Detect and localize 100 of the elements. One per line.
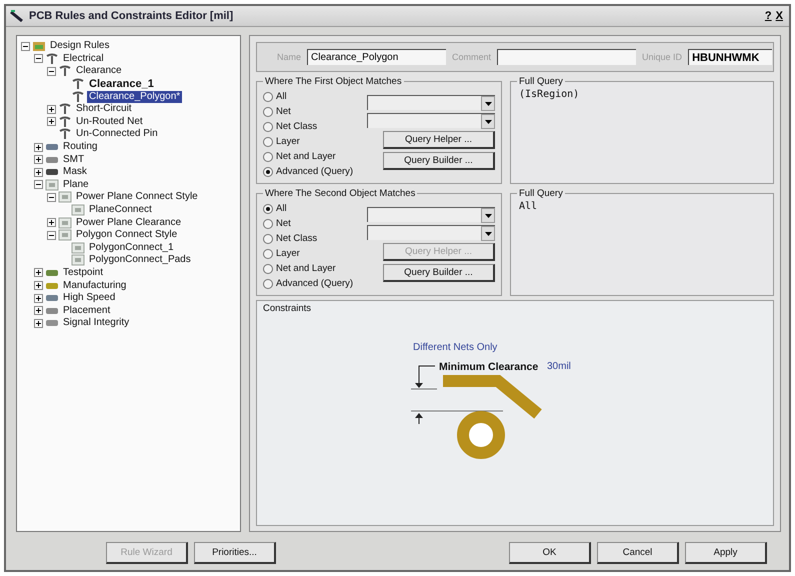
field-label: Name bbox=[277, 52, 302, 62]
tree-item[interactable]: Clearance_1 bbox=[87, 78, 156, 90]
close-button[interactable]: X bbox=[774, 10, 785, 22]
expand-icon[interactable] bbox=[34, 294, 43, 303]
tree-item[interactable]: Routing bbox=[61, 141, 100, 154]
tree-item[interactable]: Un-Connected Pin bbox=[74, 128, 160, 140]
radio-button[interactable] bbox=[263, 204, 273, 214]
expand-icon[interactable] bbox=[47, 104, 56, 114]
footer-button[interactable]: OK bbox=[509, 542, 591, 564]
radio-button[interactable] bbox=[263, 92, 273, 102]
radio-option[interactable]: Net and Layer bbox=[263, 149, 354, 164]
dropdown[interactable] bbox=[367, 207, 495, 222]
footer-button[interactable]: Apply bbox=[685, 542, 767, 564]
expand-icon[interactable] bbox=[47, 218, 56, 228]
radio-option[interactable]: Advanced (Query) bbox=[263, 276, 354, 291]
rule-icon bbox=[58, 103, 72, 116]
collapse-icon[interactable] bbox=[34, 54, 43, 64]
radio-button[interactable] bbox=[263, 106, 273, 116]
tree-item[interactable]: Polygon Connect Style bbox=[74, 229, 180, 242]
collapse-icon[interactable] bbox=[47, 66, 56, 76]
tree-item[interactable]: SMT bbox=[61, 154, 86, 166]
option-label: Advanced (Query) bbox=[276, 166, 354, 177]
query-button[interactable]: Query Builder ... bbox=[383, 264, 495, 282]
expand-icon[interactable] bbox=[34, 155, 43, 164]
tree-item[interactable]: Plane bbox=[61, 178, 91, 191]
option-label: Net and Layer bbox=[276, 151, 336, 162]
radio-button[interactable] bbox=[263, 122, 273, 132]
expand-icon[interactable] bbox=[34, 281, 43, 290]
radio-button[interactable] bbox=[263, 264, 273, 274]
collapse-icon[interactable] bbox=[47, 192, 56, 202]
collapse-icon[interactable] bbox=[34, 180, 43, 190]
dropdown[interactable] bbox=[367, 95, 495, 110]
expand-icon[interactable] bbox=[34, 168, 43, 177]
name-field[interactable]: Clearance_Polygon bbox=[307, 49, 446, 65]
expand-icon[interactable] bbox=[47, 117, 56, 126]
tree-item[interactable]: PolygonConnect_Pads bbox=[87, 254, 193, 266]
tree-item[interactable]: Placement bbox=[61, 304, 112, 317]
footer-button[interactable]: Cancel bbox=[597, 542, 679, 564]
clearance-value[interactable]: 30mil bbox=[547, 361, 571, 372]
option-label: Net Class bbox=[276, 121, 318, 132]
dropdown[interactable] bbox=[367, 225, 495, 240]
tree-item[interactable]: Clearance bbox=[74, 65, 124, 78]
radio-option[interactable]: Net and Layer bbox=[263, 261, 354, 276]
tree-item[interactable]: PolygonConnect_1 bbox=[87, 242, 176, 254]
radio-option[interactable]: Net Class bbox=[263, 119, 354, 134]
radio-button[interactable] bbox=[263, 218, 273, 228]
radio-option[interactable]: Net bbox=[263, 216, 354, 231]
expand-icon[interactable] bbox=[34, 318, 43, 328]
field-label: Unique ID bbox=[642, 52, 682, 62]
tree-item[interactable]: Design Rules bbox=[48, 40, 112, 52]
comment-field[interactable] bbox=[497, 49, 636, 65]
radio-button[interactable] bbox=[263, 278, 273, 288]
tree-item[interactable]: Clearance_Polygon* bbox=[87, 90, 182, 103]
tree-item[interactable]: Power Plane Clearance bbox=[74, 216, 184, 229]
rule-icon bbox=[45, 52, 59, 65]
radio-button[interactable] bbox=[263, 166, 273, 176]
tree-item[interactable]: Testpoint bbox=[61, 266, 106, 279]
group-title: Full Query bbox=[518, 188, 564, 199]
tree-item[interactable]: Electrical bbox=[61, 52, 106, 65]
radio-button[interactable] bbox=[263, 248, 273, 258]
tree-item[interactable]: Un-Routed Net bbox=[74, 116, 145, 128]
radio-option[interactable]: Layer bbox=[263, 246, 354, 261]
expand-icon[interactable] bbox=[34, 268, 43, 278]
rule-icon bbox=[71, 78, 85, 90]
plane-icon bbox=[71, 254, 85, 266]
expand-icon[interactable] bbox=[34, 142, 43, 152]
folder-icon bbox=[32, 40, 46, 52]
query-button[interactable]: Query Helper ... bbox=[383, 131, 495, 149]
radio-option[interactable]: Advanced (Query) bbox=[263, 164, 354, 179]
radio-option[interactable]: All bbox=[263, 201, 354, 216]
option-label: Layer bbox=[276, 136, 300, 147]
footer-button[interactable]: Priorities... bbox=[194, 542, 276, 564]
collapse-icon[interactable] bbox=[47, 230, 56, 240]
option-label: Layer bbox=[276, 248, 300, 259]
tree-item[interactable]: Manufacturing bbox=[61, 280, 128, 292]
tree-item[interactable]: Mask bbox=[61, 166, 89, 178]
tree-item[interactable]: Signal Integrity bbox=[61, 317, 132, 330]
radio-option[interactable]: Net bbox=[263, 104, 354, 119]
tree-item[interactable]: Power Plane Connect Style bbox=[74, 191, 200, 204]
plane-icon bbox=[58, 229, 72, 242]
radio-button[interactable] bbox=[263, 152, 273, 162]
help-button[interactable]: ? bbox=[762, 10, 774, 22]
radio-button[interactable] bbox=[263, 136, 273, 146]
unique-id-field[interactable]: HBUNHWMK bbox=[688, 49, 772, 65]
option-label: All bbox=[276, 203, 287, 214]
radio-button[interactable] bbox=[263, 234, 273, 244]
expand-icon[interactable] bbox=[34, 306, 43, 316]
rule-icon bbox=[58, 65, 72, 78]
collapse-icon[interactable] bbox=[21, 42, 30, 51]
query-button[interactable]: Query Builder ... bbox=[383, 152, 495, 170]
tree-item[interactable]: High Speed bbox=[61, 292, 118, 304]
radio-option[interactable]: All bbox=[263, 89, 354, 104]
option-label: Advanced (Query) bbox=[276, 278, 354, 289]
radio-option[interactable]: Layer bbox=[263, 134, 354, 149]
rule-icon bbox=[58, 116, 72, 128]
dropdown[interactable] bbox=[367, 113, 495, 128]
radio-option[interactable]: Net Class bbox=[263, 231, 354, 246]
tree-item[interactable]: PlaneConnect bbox=[87, 204, 154, 216]
tree-item[interactable]: Short-Circuit bbox=[74, 103, 134, 116]
query-text: (IsRegion) bbox=[518, 89, 580, 100]
